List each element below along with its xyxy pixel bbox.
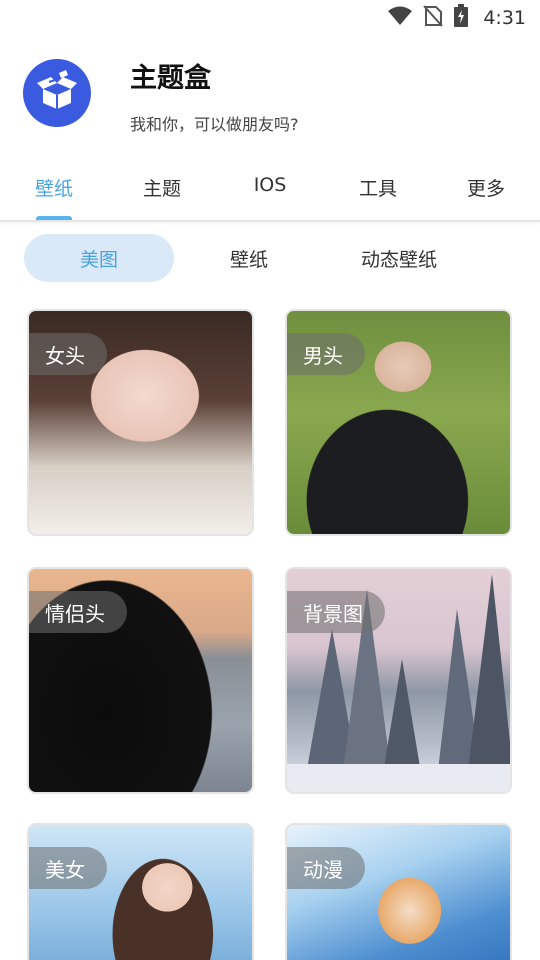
card-image (29, 825, 252, 960)
category-card-male-avatar[interactable]: 男头 (285, 309, 512, 536)
app-subtitle: 我和你，可以做朋友吗? (130, 115, 299, 134)
card-image (287, 825, 510, 960)
card-label: 动漫 (287, 847, 365, 889)
card-label: 女头 (29, 333, 107, 375)
card-label: 美女 (29, 847, 107, 889)
category-card-beauty[interactable]: 美女 (27, 823, 254, 960)
tab-theme[interactable]: 主题 (117, 174, 207, 201)
battery-charging-icon (453, 4, 469, 32)
category-card-anime[interactable]: 动漫 (285, 823, 512, 960)
card-label: 背景图 (287, 591, 385, 633)
tab-more[interactable]: 更多 (441, 174, 531, 201)
category-card-couple-avatar[interactable]: 情侣头 (27, 567, 254, 794)
tab-ios[interactable]: IOS (225, 174, 315, 196)
subtab-pictures[interactable]: 美图 (24, 234, 174, 282)
status-icons: 4:31 (387, 4, 526, 32)
status-time: 4:31 (483, 7, 526, 29)
no-sim-icon (423, 5, 444, 31)
card-label: 情侣头 (29, 591, 127, 633)
category-card-female-avatar[interactable]: 女头 (27, 309, 254, 536)
category-card-background[interactable]: 背景图 (285, 567, 512, 794)
status-bar: 4:31 (0, 0, 540, 36)
card-label: 男头 (287, 333, 365, 375)
app-title: 主题盒 (130, 63, 211, 94)
wifi-icon (387, 6, 413, 30)
tab-tools[interactable]: 工具 (333, 174, 423, 201)
tabs-divider (0, 220, 540, 222)
app-logo (23, 59, 91, 127)
tab-wallpaper[interactable]: 壁纸 (9, 174, 99, 201)
open-box-icon (35, 69, 79, 117)
main-tab-bar: 壁纸 主题 IOS 工具 更多 (0, 160, 540, 221)
subtab-wallpaper[interactable]: 壁纸 (174, 234, 324, 282)
subtab-live-wallpaper[interactable]: 动态壁纸 (324, 234, 474, 282)
